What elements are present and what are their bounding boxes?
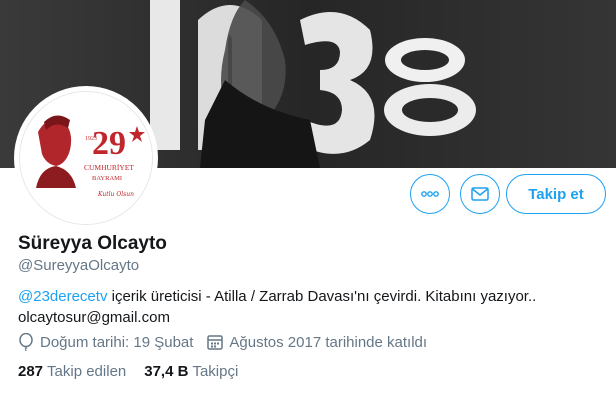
avatar-line2: BAYRAMI	[92, 175, 122, 182]
following-link[interactable]: 287 Takip edilen	[18, 363, 126, 380]
joined-text: Ağustos 2017 tarihinde katıldı	[229, 333, 428, 351]
profile-meta: Doğum tarihi: 19 Şubat Ağustos 2017 tari…	[18, 333, 441, 351]
profile-name: Süreyya Olcayto	[18, 233, 167, 254]
balloon-icon	[19, 333, 33, 351]
bio-email: olcaytosur@gmail.com	[18, 309, 170, 326]
birthday-item: Doğum tarihi: 19 Şubat	[18, 333, 193, 351]
message-button[interactable]	[460, 174, 500, 214]
avatar-year: 1923	[85, 136, 97, 142]
calendar-icon	[207, 335, 224, 350]
birthday-text: Doğum tarihi: 19 Şubat	[40, 333, 194, 351]
avatar-tagline: Kutlu Olsun	[97, 191, 134, 198]
profile-actions: Takip et	[410, 174, 606, 214]
bio-mention-link[interactable]: @23derecetv	[18, 288, 107, 305]
following-count: 287	[18, 363, 44, 380]
joined-item: Ağustos 2017 tarihinde katıldı	[207, 334, 427, 351]
avatar-line1: CUMHURİYET	[84, 163, 134, 172]
bio-text: içerik üreticisi - Atilla / Zarrab Davas…	[107, 288, 537, 305]
mail-icon	[471, 187, 489, 201]
profile-stats: 287 Takip edilen 37,4 B Takipçi	[18, 363, 256, 380]
profile-bio: @23derecetv içerik üreticisi - Atilla / …	[18, 286, 608, 328]
followers-label: Takipçi	[192, 363, 239, 380]
avatar[interactable]: 29 1923 CUMHURİYET BAYRAMI Kutlu Olsun	[19, 91, 153, 225]
follow-button[interactable]: Takip et	[506, 174, 606, 214]
profile-handle: @SureyyaOlcayto	[18, 257, 140, 274]
avatar-frame: 29 1923 CUMHURİYET BAYRAMI Kutlu Olsun	[14, 86, 158, 230]
more-icon	[421, 191, 439, 197]
more-button[interactable]	[410, 174, 450, 214]
followers-count: 37,4 B	[144, 363, 189, 380]
followers-link[interactable]: 37,4 B Takipçi	[144, 363, 238, 380]
following-label: Takip edilen	[47, 363, 127, 380]
avatar-number: 29	[92, 125, 126, 162]
